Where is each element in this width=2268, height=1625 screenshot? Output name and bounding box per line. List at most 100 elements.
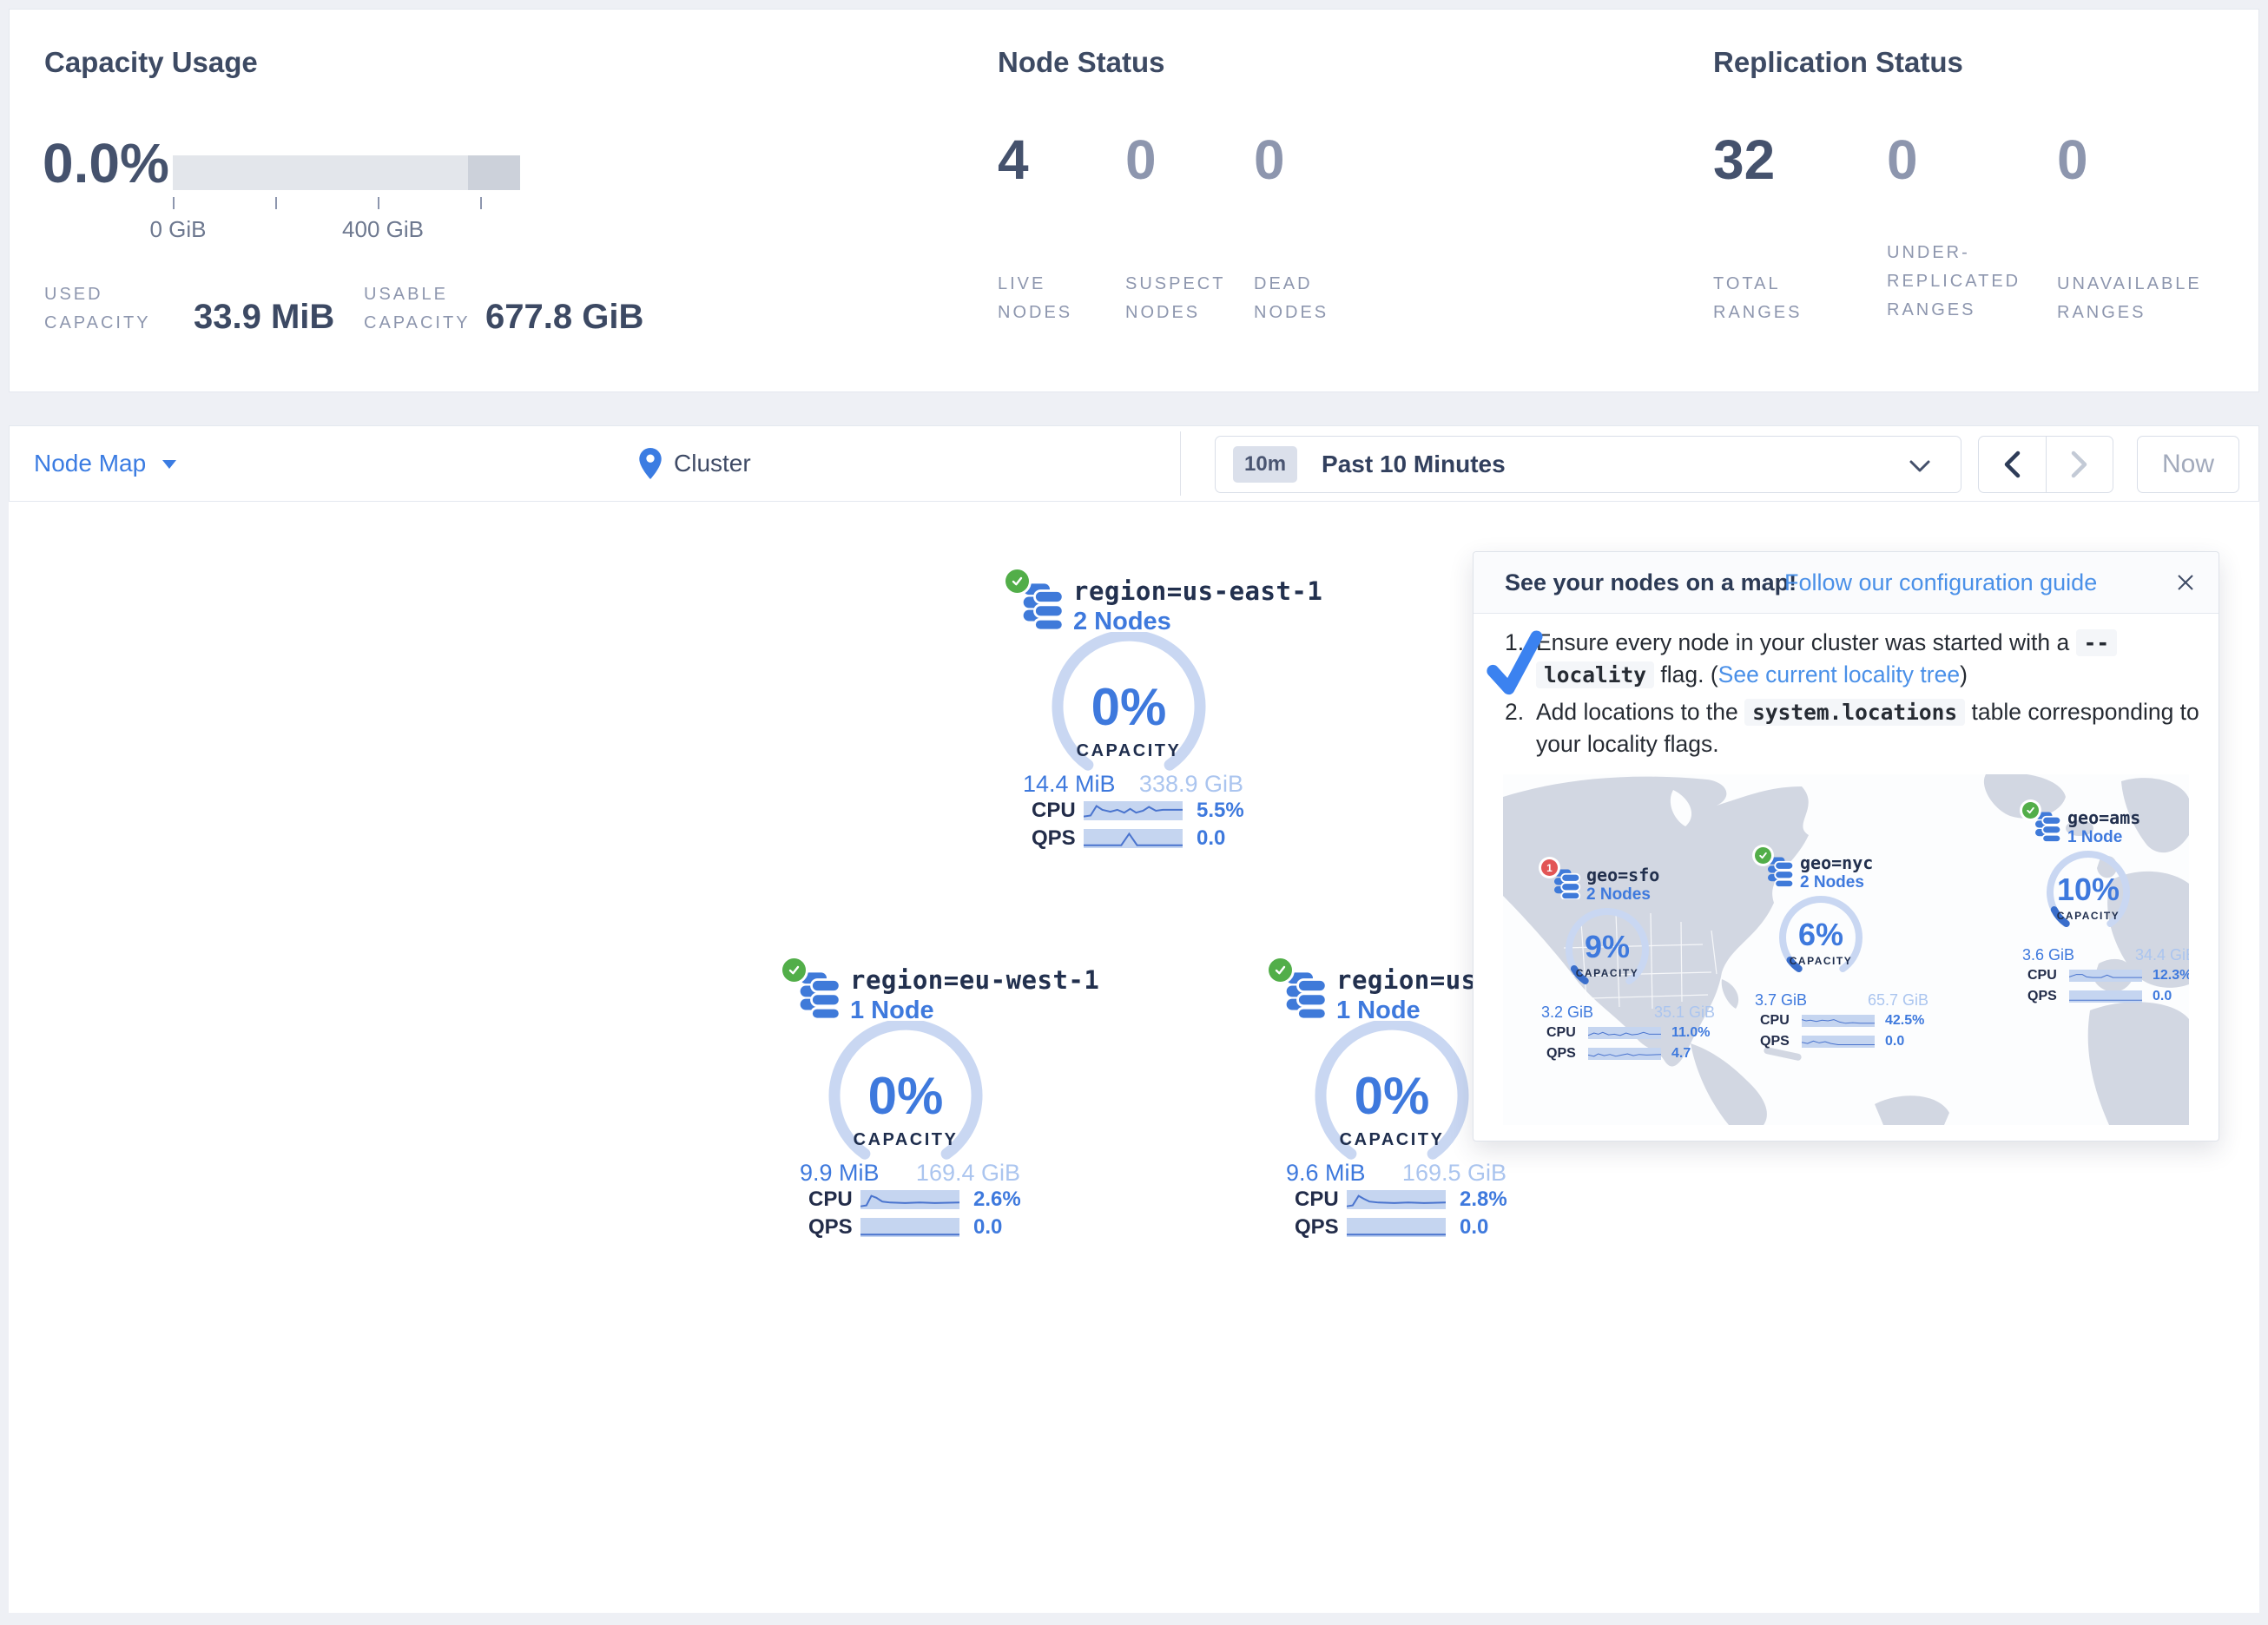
live-nodes-value: 4 [998, 128, 1029, 192]
step-text: ) [1960, 661, 1968, 688]
under-replicated-ranges-label: UNDER-REPLICATED RANGES [1887, 239, 2043, 325]
capacity-gauge: 9% CAPACITY [1555, 906, 1659, 1002]
world-map-preview: 1 geo=sfo 2 Nodes 9% CAPACITY [1503, 774, 2189, 1125]
qps-label: QPS [808, 1215, 855, 1240]
node-map-canvas: region=us-east-1 2 Nodes 0% CAPACITY 14.… [9, 502, 2259, 1613]
time-range-select[interactable]: 10m Past 10 Minutes [1215, 436, 1961, 493]
capacity-gauge: 0% CAPACITY [1305, 1021, 1479, 1177]
qps-value: 0.0 [2153, 989, 2172, 1004]
map-node-geo-sfo[interactable]: 1 geo=sfo 2 Nodes 9% CAPACITY [1541, 858, 1719, 1066]
cpu-sparkline [1588, 1027, 1661, 1039]
locality-label: geo=nyc [1800, 852, 1873, 873]
used-capacity: 14.4 MiB [1023, 771, 1116, 798]
axis-tick [378, 197, 379, 209]
axis-tick [173, 197, 175, 209]
cpu-label: CPU [1760, 1013, 1797, 1029]
code-chip: locality [1536, 661, 1654, 688]
now-button[interactable]: Now [2137, 436, 2239, 493]
step-text: Add locations to the [1536, 699, 1738, 725]
region-node-eu-west-1[interactable]: region=eu-west-1 1 Node 0% CAPACITY 9.9 … [775, 953, 1045, 1248]
node-status-title: Node Status [998, 46, 1165, 79]
blue-check-icon [1482, 628, 1552, 704]
time-step-back-button[interactable] [1979, 437, 2047, 492]
qps-label: QPS [1032, 826, 1078, 851]
qps-value: 0.0 [973, 1215, 1002, 1240]
cpu-sparkline [860, 1190, 959, 1209]
total-capacity: 65.7 GiB [1868, 991, 1928, 1010]
step-text: table corresponding to [1972, 699, 2199, 725]
time-step-buttons [1978, 436, 2113, 493]
healthy-status-icon [1269, 958, 1292, 982]
total-capacity: 169.5 GiB [1402, 1160, 1507, 1187]
warning-count: 1 [1546, 862, 1553, 874]
locality-label: geo=ams [2067, 807, 2140, 828]
cpu-label: CPU [1295, 1188, 1342, 1212]
used-capacity-value: 33.9 MiB [194, 298, 334, 337]
axis-tick-label: 400 GiB [342, 216, 424, 243]
time-range-chip: 10m [1233, 446, 1297, 483]
configuration-guide-link[interactable]: Follow our configuration guide [1784, 552, 2097, 613]
cpu-value: 12.3% [2153, 968, 2189, 984]
database-icon [796, 970, 845, 1019]
healthy-status-icon [782, 958, 806, 982]
step-text: Ensure every node in your cluster was st… [1536, 629, 2069, 655]
qps-value: 0.0 [1197, 826, 1225, 851]
step-2: 2. Add locations to the system.locations… [1505, 696, 2199, 760]
nodes-on-map-popup: See your nodes on a map! Follow our conf… [1473, 551, 2219, 1141]
qps-value: 0.0 [1460, 1215, 1488, 1240]
qps-label: QPS [1295, 1215, 1342, 1240]
capacity-caption: CAPACITY [819, 1130, 992, 1150]
nodes-count-link[interactable]: 1 Node [2067, 828, 2122, 847]
capacity-percent: 0% [1042, 677, 1216, 737]
capacity-caption: CAPACITY [1042, 741, 1216, 761]
total-capacity: 338.9 GiB [1139, 771, 1243, 798]
dead-nodes-value: 0 [1254, 128, 1285, 192]
time-step-forward-button[interactable] [2047, 437, 2113, 492]
qps-sparkline [1084, 829, 1183, 848]
usable-capacity-value: 677.8 GiB [485, 298, 643, 337]
step-text: your locality flags. [1536, 731, 1719, 757]
qps-value: 0.0 [1885, 1034, 1904, 1049]
time-range-label: Past 10 Minutes [1322, 451, 1506, 478]
region-node-us-east-1[interactable]: region=us-east-1 2 Nodes 0% CAPACITY 14.… [999, 564, 1268, 859]
map-node-geo-ams[interactable]: geo=ams 1 Node 10% CAPACITY 3.6 GiB 34.4… [2022, 800, 2189, 1009]
popup-header: See your nodes on a map! Follow our conf… [1474, 552, 2219, 614]
qps-label: QPS [2027, 989, 2064, 1004]
cpu-value: 11.0% [1671, 1025, 1710, 1041]
suspect-nodes-label: SUSPECT NODES [1125, 270, 1238, 327]
capacity-percent: 10% [2036, 872, 2140, 908]
total-ranges-label: TOTAL RANGES [1713, 270, 1835, 327]
code-chip: system.locations [1744, 699, 1965, 726]
healthy-status-icon [1755, 847, 1771, 864]
nodes-count-link[interactable]: 2 Nodes [1800, 873, 1864, 892]
cpu-sparkline [1084, 801, 1183, 820]
map-toolbar: Node Map Cluster 10m Past 10 Minutes [9, 425, 2259, 502]
breadcrumb-cluster[interactable]: Cluster [639, 426, 751, 501]
capacity-usage-title: Capacity Usage [44, 46, 258, 79]
map-node-geo-nyc[interactable]: geo=nyc 2 Nodes 6% CAPACITY 3.7 GiB 65.7… [1755, 845, 1933, 1054]
live-nodes-label: LIVE NODES [998, 270, 1102, 327]
locality-label: geo=sfo [1586, 865, 1659, 885]
healthy-status-icon [1005, 569, 1029, 593]
qps-value: 4.7 [1671, 1046, 1691, 1062]
capacity-bar-used-segment [468, 155, 520, 190]
total-capacity: 35.1 GiB [1654, 1003, 1715, 1022]
capacity-caption: CAPACITY [1555, 967, 1659, 979]
location-pin-icon [639, 448, 662, 479]
database-icon [1552, 868, 1583, 899]
capacity-gauge: 10% CAPACITY [2036, 849, 2140, 944]
nodes-count-link[interactable]: 2 Nodes [1586, 885, 1651, 905]
view-selector-dropdown[interactable]: Node Map [34, 426, 177, 501]
close-icon[interactable] [2175, 572, 2196, 593]
capacity-gauge: 6% CAPACITY [1769, 894, 1873, 990]
cpu-label: CPU [2027, 968, 2064, 984]
capacity-gauge: 0% CAPACITY [819, 1021, 992, 1177]
used-capacity: 3.7 GiB [1755, 991, 1807, 1010]
capacity-usage-bar [173, 155, 520, 190]
healthy-status-icon [2022, 802, 2039, 819]
cpu-value: 2.8% [1460, 1188, 1507, 1212]
qps-label: QPS [1546, 1046, 1583, 1062]
locality-tree-link[interactable]: See current locality tree [1718, 661, 1960, 688]
summary-stats-panel: Capacity Usage 0.0% 0 GiB 400 GiB USED C… [9, 9, 2259, 392]
cpu-value: 2.6% [973, 1188, 1021, 1212]
